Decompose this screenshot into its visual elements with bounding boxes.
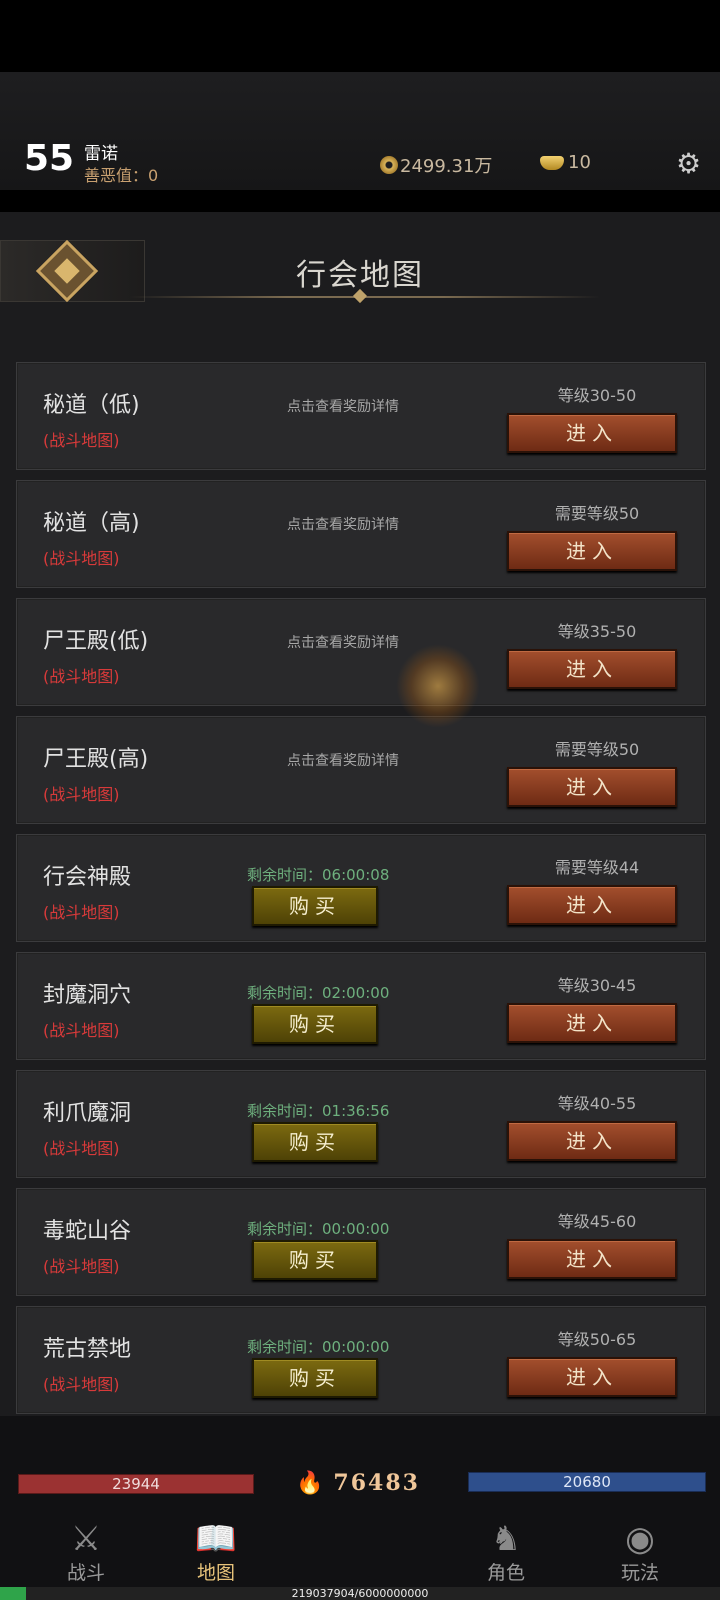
remaining-time: 剩余时间：06:00:08 xyxy=(247,866,390,884)
character-icon: ♞ xyxy=(490,1519,522,1559)
nav-tab-1[interactable]: 📖 地图 xyxy=(166,1520,266,1585)
map-type-label: (战斗地图) xyxy=(43,1257,120,1276)
settings-gear-icon[interactable]: ⚙ xyxy=(676,150,701,178)
nav-tab-0[interactable]: ⚔ 战斗 xyxy=(36,1520,136,1585)
buy-button[interactable]: 购买 xyxy=(252,1240,378,1280)
map-type-label: (战斗地图) xyxy=(43,667,120,686)
buy-button[interactable]: 购买 xyxy=(252,1122,378,1162)
level-requirement: 等级40-55 xyxy=(557,1094,637,1113)
hp-bar: 23944 xyxy=(18,1474,254,1494)
map-name: 封魔洞穴 xyxy=(43,983,132,1008)
coin-amount: 2499.31万 xyxy=(400,156,493,177)
buy-button[interactable]: 购买 xyxy=(252,1004,378,1044)
combat-power: 🔥 76483 xyxy=(296,1470,420,1496)
flame-icon: 🔥 xyxy=(296,1470,324,1496)
map-card: 毒蛇山谷 (战斗地图) 剩余时间：00:00:00 购买 等级45-60 进入 xyxy=(16,1188,706,1296)
status-bar xyxy=(0,0,720,72)
map-card: 封魔洞穴 (战斗地图) 剩余时间：02:00:00 购买 等级30-45 进入 xyxy=(16,952,706,1060)
level-requirement: 需要等级44 xyxy=(554,858,640,877)
glow-orb-effect xyxy=(396,644,480,728)
page-title: 行会地图 xyxy=(296,258,424,293)
map-type-label: (战斗地图) xyxy=(43,1139,120,1158)
nav-label: 角色 xyxy=(486,1562,525,1584)
exp-text: 219037904/6000000000 xyxy=(291,1587,429,1600)
karma-value: 善恶值：0 xyxy=(84,166,159,185)
map-name: 荒古禁地 xyxy=(43,1337,132,1362)
map-type-label: (战斗地图) xyxy=(43,903,120,922)
nav-label: 地图 xyxy=(196,1562,235,1584)
nav-tab-3[interactable]: ◉ 玩法 xyxy=(590,1520,690,1585)
ingot-amount: 10 xyxy=(568,152,591,173)
guild-map-panel: 行会地图 秘道（低) (战斗地图) 点击查看奖励详情 等级30-50 进入 秘道（高) (战… xyxy=(0,212,720,1416)
map-name: 秘道（高) xyxy=(43,511,140,536)
book-map-icon: 📖 xyxy=(194,1519,238,1559)
nav-tab-2[interactable]: ♞ 角色 xyxy=(456,1520,556,1585)
enter-button[interactable]: 进入 xyxy=(507,1121,677,1161)
map-name: 利爪魔洞 xyxy=(43,1101,132,1126)
coin-icon xyxy=(380,156,398,174)
player-name: 雷诺 xyxy=(84,144,118,164)
combat-power-value: 76483 xyxy=(333,1470,420,1496)
enter-button[interactable]: 进入 xyxy=(507,649,677,689)
ingot-balance: 10 xyxy=(540,152,591,173)
level-requirement: 等级50-65 xyxy=(557,1330,637,1349)
map-card: 秘道（低) (战斗地图) 点击查看奖励详情 等级30-50 进入 xyxy=(16,362,706,470)
buy-button[interactable]: 购买 xyxy=(252,1358,378,1398)
map-type-label: (战斗地图) xyxy=(43,1021,120,1040)
remaining-time: 剩余时间：02:00:00 xyxy=(247,984,390,1002)
level-requirement: 需要等级50 xyxy=(554,740,640,759)
map-name: 毒蛇山谷 xyxy=(43,1219,132,1244)
remaining-time: 剩余时间：00:00:00 xyxy=(247,1338,390,1356)
player-level: 55 xyxy=(24,138,75,179)
map-card: 行会神殿 (战斗地图) 剩余时间：06:00:08 购买 需要等级44 进入 xyxy=(16,834,706,942)
map-type-label: (战斗地图) xyxy=(43,549,120,568)
reward-details-link[interactable]: 点击查看奖励详情 xyxy=(287,750,399,770)
enter-button[interactable]: 进入 xyxy=(507,885,677,925)
reward-details-link[interactable]: 点击查看奖励详情 xyxy=(287,514,399,534)
nav-label: 玩法 xyxy=(620,1562,659,1584)
map-name: 尸王殿(低) xyxy=(43,629,149,654)
enter-button[interactable]: 进入 xyxy=(507,1239,677,1279)
remaining-time: 剩余时间：01:36:56 xyxy=(247,1102,390,1120)
coin-balance: 2499.31万 xyxy=(380,152,492,178)
top-bar: 55 雷诺 善恶值：0 2499.31万 10 xyxy=(0,72,720,190)
map-name: 行会神殿 xyxy=(43,865,132,890)
level-requirement: 等级30-45 xyxy=(557,976,637,995)
enter-button[interactable]: 进入 xyxy=(507,767,677,807)
gold-ingot-icon xyxy=(540,155,564,170)
map-name: 尸王殿(高) xyxy=(43,747,149,772)
nav-label: 战斗 xyxy=(66,1562,105,1584)
map-card: 尸王殿(低) (战斗地图) 点击查看奖励详情 等级35-50 进入 xyxy=(16,598,706,706)
level-requirement: 等级30-50 xyxy=(557,386,637,405)
enter-button[interactable]: 进入 xyxy=(507,531,677,571)
crossed-swords-icon: ⚔ xyxy=(70,1519,102,1559)
map-card: 秘道（高) (战斗地图) 点击查看奖励详情 需要等级50 进入 xyxy=(16,480,706,588)
map-card: 荒古禁地 (战斗地图) 剩余时间：00:00:00 购买 等级50-65 进入 xyxy=(16,1306,706,1414)
map-card: 利爪魔洞 (战斗地图) 剩余时间：01:36:56 购买 等级40-55 进入 xyxy=(16,1070,706,1178)
enter-button[interactable]: 进入 xyxy=(507,413,677,453)
mp-bar: 20680 xyxy=(468,1472,706,1492)
map-type-label: (战斗地图) xyxy=(43,785,120,804)
map-card: 尸王殿(高) (战斗地图) 点击查看奖励详情 需要等级50 进入 xyxy=(16,716,706,824)
map-type-label: (战斗地图) xyxy=(43,431,120,450)
map-name: 秘道（低) xyxy=(43,393,140,418)
map-type-label: (战斗地图) xyxy=(43,1375,120,1394)
level-requirement: 等级35-50 xyxy=(557,622,637,641)
reward-details-link[interactable]: 点击查看奖励详情 xyxy=(287,396,399,416)
level-requirement: 需要等级50 xyxy=(554,504,640,523)
remaining-time: 剩余时间：00:00:00 xyxy=(247,1220,390,1238)
level-requirement: 等级45-60 xyxy=(557,1212,637,1231)
buy-button[interactable]: 购买 xyxy=(252,886,378,926)
enter-button[interactable]: 进入 xyxy=(507,1357,677,1397)
eye-gameplay-icon: ◉ xyxy=(625,1519,655,1559)
exp-bar: 219037904/6000000000 xyxy=(0,1587,720,1600)
reward-details-link[interactable]: 点击查看奖励详情 xyxy=(287,632,399,652)
enter-button[interactable]: 进入 xyxy=(507,1003,677,1043)
